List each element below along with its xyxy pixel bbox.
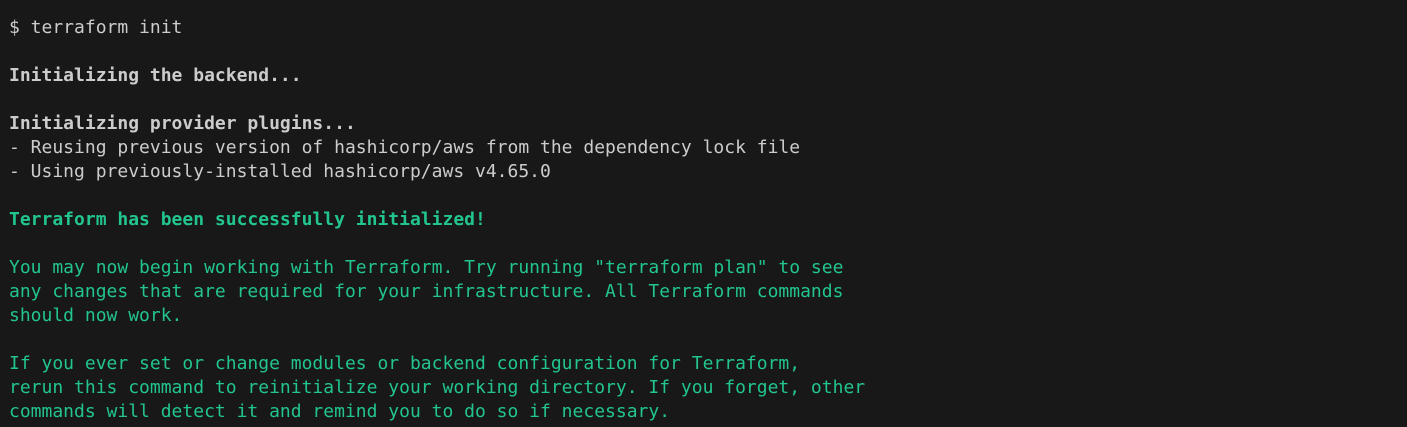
info-line: If you ever set or change modules or bac… xyxy=(9,353,801,374)
info-line: You may now begin working with Terraform… xyxy=(9,257,844,278)
provider-line: - Reusing previous version of hashicorp/… xyxy=(9,137,801,158)
info-line: should now work. xyxy=(9,305,183,326)
provider-init-line: Initializing provider plugins... xyxy=(9,113,356,134)
info-line: any changes that are required for your i… xyxy=(9,281,844,302)
info-line: rerun this command to reinitialize your … xyxy=(9,377,866,398)
info-line: commands will detect it and remind you t… xyxy=(9,401,671,422)
success-message: Terraform has been successfully initiali… xyxy=(9,209,486,230)
command-line: $ terraform init xyxy=(9,17,183,38)
terminal-output[interactable]: $ terraform init Initializing the backen… xyxy=(0,0,1407,427)
backend-init-line: Initializing the backend... xyxy=(9,65,302,86)
provider-line: - Using previously-installed hashicorp/a… xyxy=(9,161,551,182)
